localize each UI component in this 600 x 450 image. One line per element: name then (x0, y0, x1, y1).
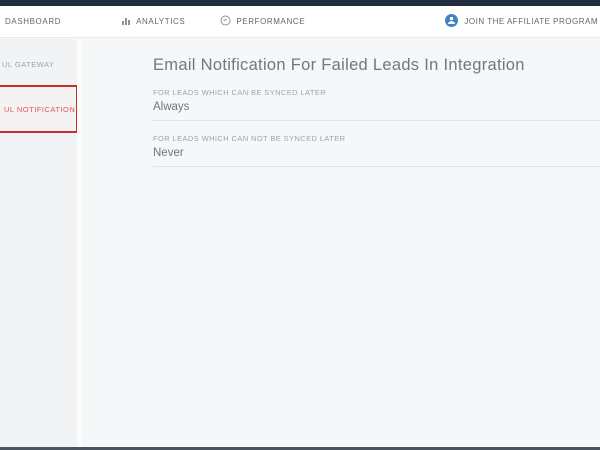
field-not-synced-later: FOR LEADS WHICH CAN NOT BE SYNCED LATER … (153, 134, 600, 167)
join-affiliate-program-link[interactable]: JOIN THE AFFILIATE PROGRAM (445, 14, 598, 29)
page-title: Email Notification For Failed Leads In I… (153, 56, 525, 75)
content-area: UL GATEWAY UL NOTIFICATION › Email Notif… (0, 39, 600, 447)
sidebar-item-gateway[interactable]: UL GATEWAY (0, 57, 77, 71)
nav-dashboard-label: DASHBOARD (5, 17, 61, 26)
main-panel: Email Notification For Failed Leads In I… (153, 39, 600, 447)
nav-analytics-label: ANALYTICS (136, 17, 185, 26)
sidebar-item-notification-active[interactable]: UL NOTIFICATION › (0, 85, 78, 133)
field-synced-later-select[interactable]: Always (153, 100, 600, 121)
join-affiliate-label: JOIN THE AFFILIATE PROGRAM (464, 17, 598, 26)
affiliate-badge-icon (445, 14, 458, 29)
sidebar-divider (77, 39, 81, 447)
nav-performance-label: PERFORMANCE (236, 17, 305, 26)
settings-sidebar: UL GATEWAY UL NOTIFICATION › (0, 39, 77, 447)
field-not-synced-later-label: FOR LEADS WHICH CAN NOT BE SYNCED LATER (153, 134, 600, 144)
field-not-synced-later-select[interactable]: Never (153, 146, 600, 167)
nav-item-performance[interactable]: PERFORMANCE (220, 15, 305, 28)
sidebar-notification-label: UL NOTIFICATION (4, 105, 75, 114)
field-synced-later: FOR LEADS WHICH CAN BE SYNCED LATER Alwa… (153, 88, 600, 121)
top-navbar: DASHBOARD ANALYTICS PERFORMANCE (0, 6, 600, 38)
window-top-border (0, 0, 600, 6)
nav-item-analytics[interactable]: ANALYTICS (121, 16, 185, 28)
field-synced-later-label: FOR LEADS WHICH CAN BE SYNCED LATER (153, 88, 600, 98)
sidebar-gateway-label: UL GATEWAY (2, 60, 55, 69)
bar-chart-icon (121, 16, 131, 28)
gauge-icon (220, 15, 231, 28)
nav-item-dashboard[interactable]: DASHBOARD (5, 17, 61, 26)
